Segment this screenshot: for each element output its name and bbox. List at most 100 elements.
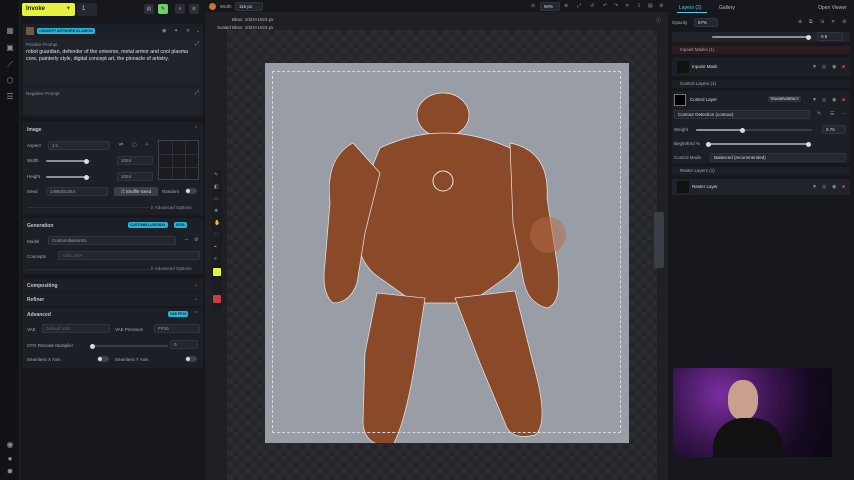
- eye-icon[interactable]: ◉: [832, 64, 836, 70]
- vae-precision-select[interactable]: FP16: [154, 324, 200, 333]
- merge-icon[interactable]: ⇲: [820, 19, 824, 25]
- models-icon[interactable]: ⬡: [5, 76, 15, 86]
- eraser-tool-icon[interactable]: ◧: [214, 184, 219, 190]
- canvas-icon[interactable]: ▦: [5, 26, 15, 36]
- control-mode-select[interactable]: Balanced (recommended): [710, 153, 846, 162]
- compositing-section[interactable]: Compositing ⌄: [22, 279, 203, 292]
- zoom-out-icon[interactable]: ⊖: [531, 3, 535, 9]
- edit-icon[interactable]: ✎: [158, 4, 168, 14]
- contour-select[interactable]: Contour Detection (contour): [674, 110, 810, 119]
- pipette-icon[interactable]: ✎: [817, 111, 821, 117]
- trash-icon[interactable]: ✕: [831, 19, 835, 25]
- trash-icon[interactable]: ✕: [186, 28, 190, 34]
- begin-end-slider[interactable]: [706, 141, 811, 147]
- download-icon[interactable]: ⇩: [637, 3, 641, 9]
- bounding-box[interactable]: [272, 71, 621, 433]
- pause-icon[interactable]: ⏸: [175, 4, 185, 14]
- vae-select[interactable]: Default VAE: [42, 324, 110, 333]
- seed-input[interactable]: 1495301454: [46, 187, 108, 196]
- chevron-down-icon[interactable]: ⌄: [194, 282, 198, 288]
- trash-icon[interactable]: ✕: [625, 3, 629, 9]
- lock-icon[interactable]: ◎: [822, 64, 826, 70]
- raster-group-header[interactable]: Raster Layers (1): [672, 167, 850, 175]
- copy-icon[interactable]: ⧉: [809, 19, 813, 25]
- width-slider[interactable]: [46, 158, 91, 164]
- weight-input[interactable]: 0.75: [822, 125, 846, 134]
- clear-icon[interactable]: ⊘: [189, 4, 199, 14]
- layer-opacity-slider[interactable]: [712, 34, 812, 40]
- rect-tool-icon[interactable]: ▭: [214, 196, 219, 202]
- chevron-up-icon[interactable]: ⌃: [194, 311, 198, 317]
- advanced-options-toggle[interactable]: ⇕ Advanced Options: [150, 266, 192, 272]
- fit-icon[interactable]: ⤢: [577, 3, 581, 9]
- star-icon[interactable]: ✦: [174, 28, 178, 34]
- zoom-select[interactable]: 90%: [540, 2, 560, 11]
- chevron-up-icon[interactable]: ⌃: [194, 126, 198, 132]
- redo-icon[interactable]: ↷: [614, 3, 618, 9]
- zoom-in-icon[interactable]: ⊕: [564, 3, 568, 9]
- more-icon[interactable]: ⋯: [842, 111, 847, 117]
- fg-color-swatch[interactable]: [213, 268, 221, 276]
- seamless-y-toggle[interactable]: [185, 356, 197, 362]
- settings-gear-icon[interactable]: ✹: [5, 467, 15, 477]
- expand-icon[interactable]: ⤢: [195, 90, 199, 96]
- layers-tool-icon[interactable]: ≡: [214, 256, 217, 262]
- eye-icon[interactable]: ◉: [832, 97, 836, 103]
- filter-icon[interactable]: ▼: [812, 64, 817, 70]
- positive-prompt-text[interactable]: robot guardian, defender of the universe…: [26, 49, 194, 63]
- lock-icon[interactable]: ◎: [822, 184, 826, 190]
- height-input[interactable]: 1024: [117, 172, 153, 181]
- height-slider[interactable]: [46, 174, 91, 180]
- weight-slider[interactable]: [696, 127, 812, 133]
- advanced-options-toggle[interactable]: ⇕ Advanced Options: [150, 205, 192, 211]
- filter-icon[interactable]: ▼: [812, 184, 817, 190]
- user-icon[interactable]: ●: [5, 454, 15, 464]
- delete-icon[interactable]: ■: [842, 97, 845, 103]
- raster-layer-row[interactable]: Raster Layer ▼ ◎ ◉ ■: [672, 179, 850, 195]
- positive-prompt-box[interactable]: Positive Prompt robot guardian, defender…: [24, 39, 201, 83]
- queue-icon[interactable]: ☰: [5, 92, 15, 102]
- workflow-icon[interactable]: ⟋: [5, 60, 15, 70]
- tab-gallery[interactable]: Gallery: [719, 5, 735, 11]
- model-select[interactable]: CustomIllusionXL: [48, 236, 176, 245]
- link-icon[interactable]: ⇢: [184, 237, 188, 243]
- control-group-header[interactable]: Control Layers (1): [672, 80, 850, 88]
- open-viewer-link[interactable]: Open Viewer: [818, 5, 847, 11]
- chevron-down-icon[interactable]: ⌄: [194, 296, 198, 302]
- shuffle-seed-button[interactable]: ⤮ Shuffle Seed: [114, 187, 158, 196]
- brush-tool-icon[interactable]: ✎: [214, 172, 218, 178]
- save-icon[interactable]: ▤: [648, 3, 653, 9]
- cfg-rescale-slider[interactable]: [90, 343, 168, 349]
- delete-icon[interactable]: ■: [842, 64, 845, 70]
- info-icon[interactable]: ⓘ: [656, 17, 661, 24]
- cfg-rescale-input[interactable]: 0: [170, 340, 198, 349]
- tab-layers[interactable]: Layers (2): [679, 5, 702, 11]
- opacity-input[interactable]: 57%: [694, 18, 718, 27]
- concepts-input[interactable]: Add LoRA: [58, 251, 200, 260]
- layer-opacity-input[interactable]: 0.8: [817, 32, 843, 41]
- seamless-x-toggle[interactable]: [97, 356, 109, 362]
- bbox-tool-icon[interactable]: ⬚: [214, 232, 219, 238]
- settings-icon[interactable]: ⚙: [842, 19, 846, 25]
- bulb-icon[interactable]: ◉: [5, 440, 15, 450]
- add-layer-icon[interactable]: ⊕: [798, 19, 802, 25]
- lock-icon[interactable]: ▢: [132, 142, 137, 148]
- brush-width-input[interactable]: 116 px: [235, 2, 263, 11]
- filter-icon[interactable]: ▼: [812, 97, 817, 103]
- expand-icon[interactable]: ⤢: [195, 41, 199, 47]
- brush-color-swatch[interactable]: [209, 3, 216, 10]
- picker-tool-icon[interactable]: ⌖: [214, 244, 217, 250]
- image-icon[interactable]: ▣: [5, 43, 15, 53]
- chevron-down-icon[interactable]: ⌄: [196, 28, 200, 34]
- magic-icon[interactable]: ✧: [145, 142, 149, 148]
- canvas-scrollbar[interactable]: [654, 212, 664, 268]
- sliders-icon[interactable]: ☰: [830, 111, 834, 117]
- swap-icon[interactable]: ⇄: [119, 142, 123, 148]
- negative-prompt-box[interactable]: Negative Prompt ⤢: [24, 88, 201, 114]
- queue-menu-icon[interactable]: ▤: [144, 4, 154, 14]
- lock-icon[interactable]: ◎: [822, 97, 826, 103]
- refiner-section[interactable]: Refiner ⌄: [22, 293, 203, 306]
- move-tool-icon[interactable]: ✥: [214, 208, 218, 214]
- selected-layer-row[interactable]: 0.8: [672, 32, 850, 42]
- queue-count-field[interactable]: 1: [77, 3, 97, 16]
